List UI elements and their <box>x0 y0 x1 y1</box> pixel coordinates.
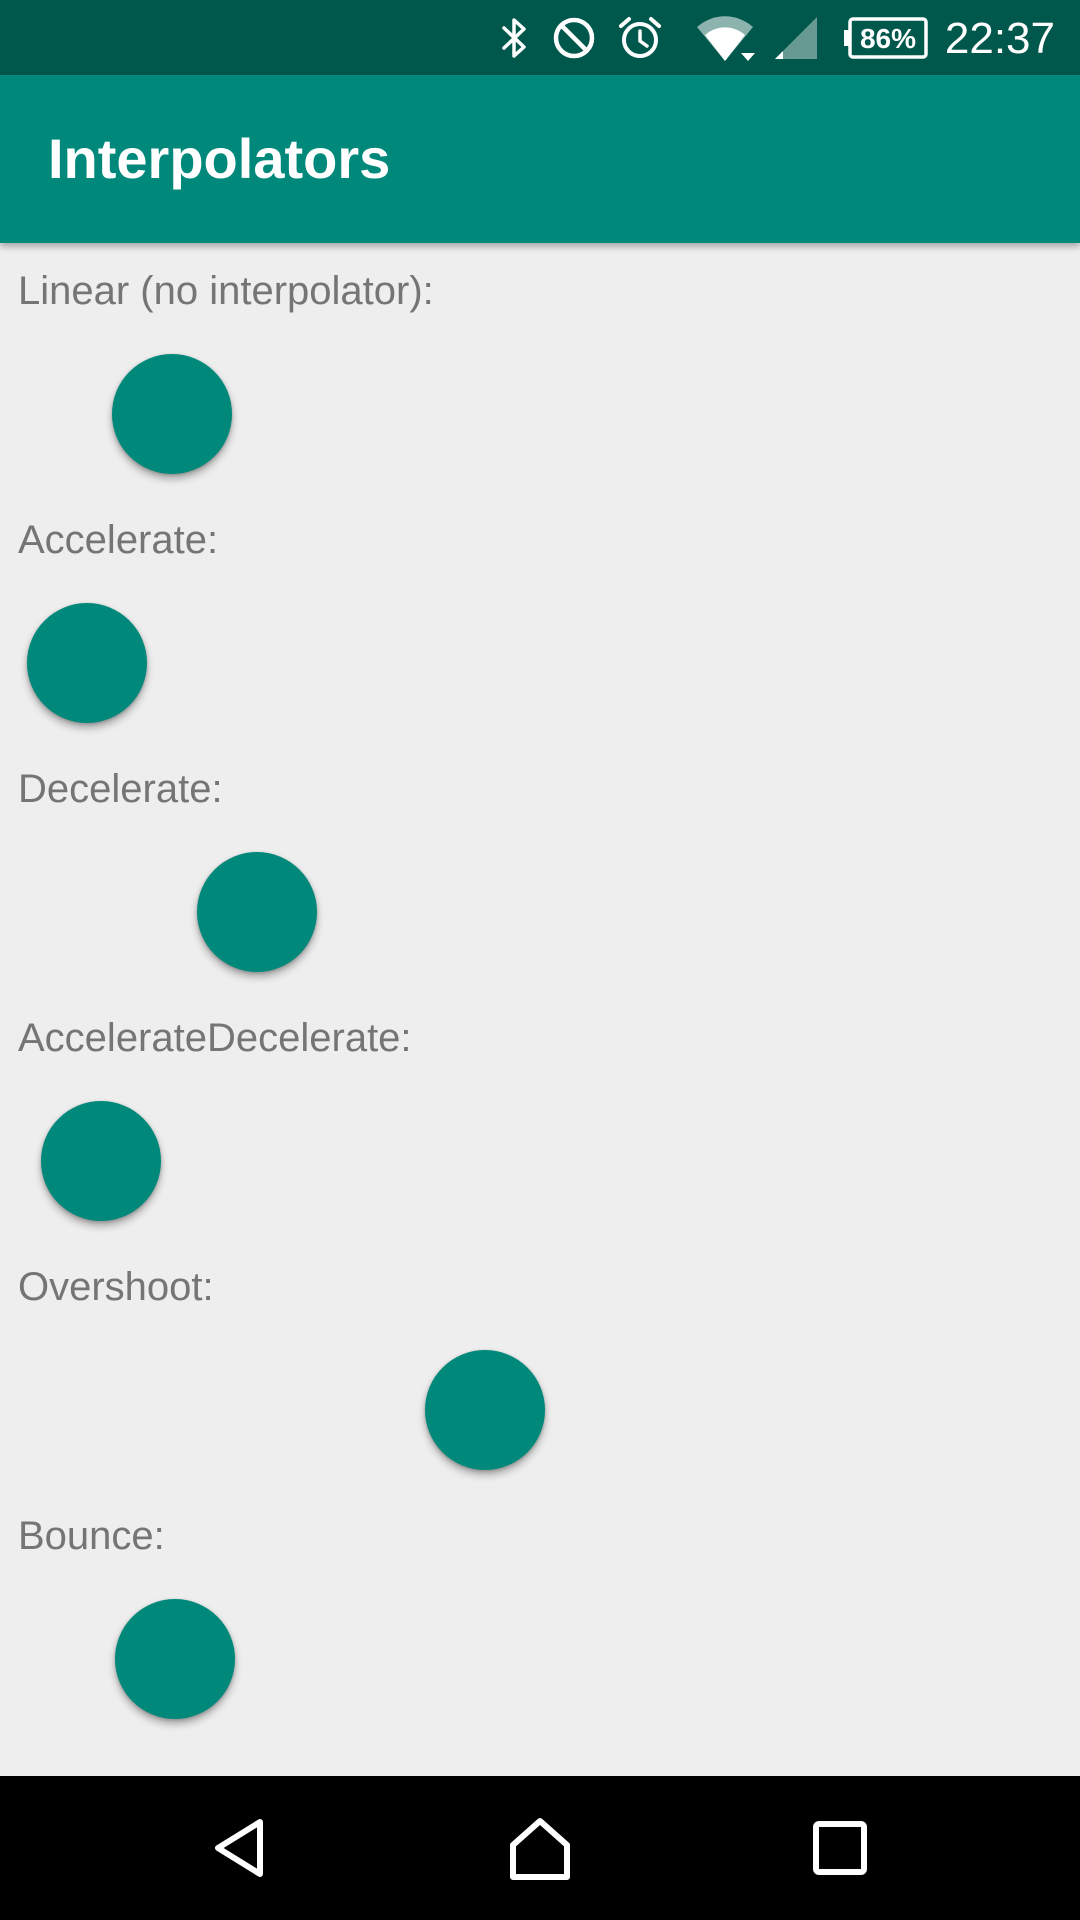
navigation-bar <box>0 1776 1080 1920</box>
decelerate-label: Decelerate: <box>18 767 223 811</box>
bounce-label: Bounce: <box>18 1514 165 1558</box>
status-time: 22:37 <box>944 14 1055 63</box>
back-icon <box>215 1819 263 1877</box>
battery-percent: 86% <box>860 23 916 54</box>
linear-label: Linear (no interpolator): <box>18 269 434 313</box>
accelerate-label: Accelerate: <box>18 518 219 562</box>
alarm-icon <box>614 0 666 75</box>
recents-button[interactable] <box>760 1776 920 1920</box>
overshoot-ball[interactable] <box>425 1350 545 1470</box>
linear-ball[interactable] <box>112 354 232 474</box>
bluetooth-icon <box>492 0 536 75</box>
cell-signal-icon <box>772 0 820 75</box>
accelerate-ball[interactable] <box>27 603 147 723</box>
decelerate-ball[interactable] <box>197 852 317 972</box>
do-not-disturb-icon <box>550 0 598 75</box>
battery-icon: 86% <box>842 0 928 75</box>
recents-icon <box>813 1821 867 1875</box>
accelerate-decelerate-label: AccelerateDecelerate: <box>18 1016 412 1060</box>
app-bar: Interpolators <box>0 75 1080 243</box>
back-button[interactable] <box>162 1776 322 1920</box>
overshoot-label: Overshoot: <box>18 1265 214 1309</box>
status-bar: 86% 22:37 <box>0 0 1080 75</box>
bounce-ball[interactable] <box>115 1599 235 1719</box>
accelerate-decelerate-ball[interactable] <box>41 1101 161 1221</box>
home-button[interactable] <box>460 1776 620 1920</box>
wifi-icon <box>694 0 758 75</box>
interpolator-list: Linear (no interpolator): Accelerate: De… <box>0 243 1080 1776</box>
app-title: Interpolators <box>48 127 391 190</box>
home-icon <box>510 1818 570 1880</box>
